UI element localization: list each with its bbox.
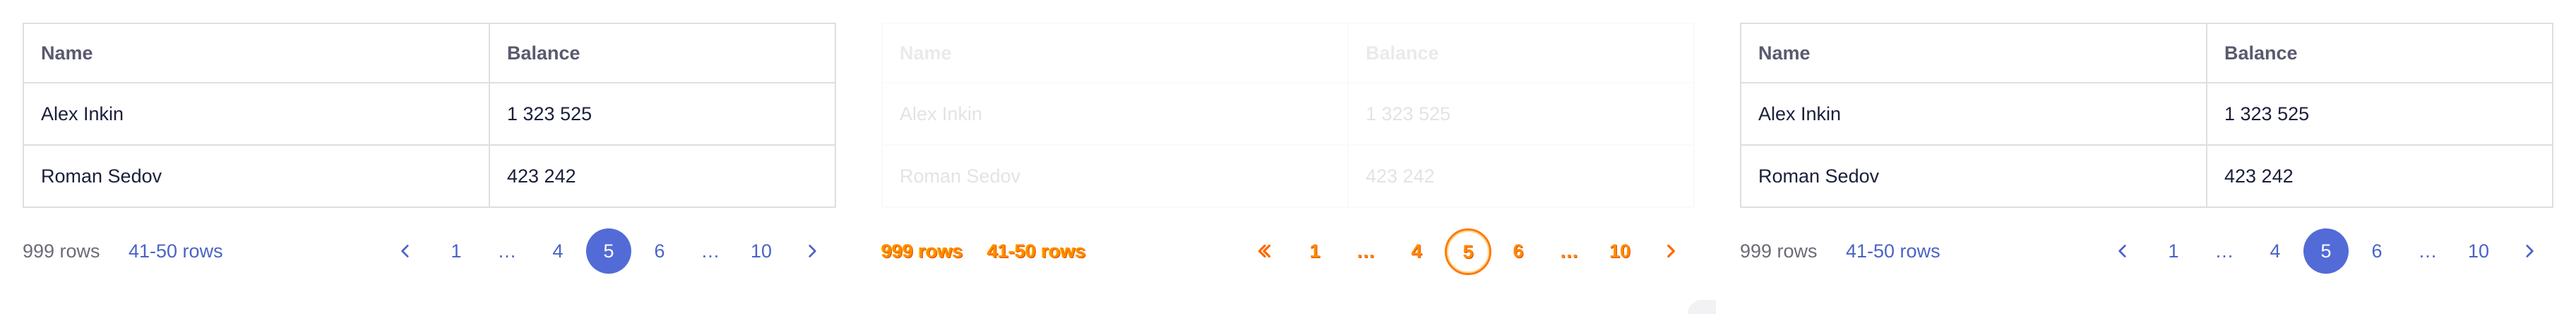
next-page-button[interactable] bbox=[1648, 228, 1693, 274]
cell-balance: 423 242 bbox=[489, 144, 836, 208]
column-header-name[interactable]: Name bbox=[881, 23, 1349, 83]
pagination-ellipsis: … bbox=[2418, 240, 2438, 262]
table-header-row: Name Balance bbox=[1740, 23, 2553, 83]
cell-name: Roman Sedov bbox=[23, 144, 490, 208]
next-page-button[interactable] bbox=[789, 228, 835, 274]
table-header-row: Name Balance bbox=[881, 23, 1695, 83]
page-button[interactable]: 1 bbox=[2151, 228, 2196, 274]
data-table: Name Balance Alex Inkin 1 323 525 Roman … bbox=[1740, 23, 2553, 208]
cell-balance: 1 323 525 bbox=[489, 82, 836, 146]
pagination: 999 rows 41-50 rows 1 … 4 5 6 … 10 bbox=[1740, 225, 2553, 277]
rows-per-page-selector[interactable]: 41-50 rows bbox=[1846, 240, 1940, 262]
chevron-right-icon bbox=[809, 245, 816, 257]
page-button-active[interactable]: 5 bbox=[1445, 228, 1491, 275]
table-row: Roman Sedov 423 242 bbox=[1740, 144, 2553, 208]
table-row: Roman Sedov 423 242 bbox=[23, 144, 836, 208]
chevron-right-icon bbox=[2526, 245, 2534, 257]
rows-per-page-selector[interactable]: 41-50 rows bbox=[129, 240, 223, 262]
prev-page-button[interactable] bbox=[1241, 228, 1287, 274]
table-row: Alex Inkin 1 323 525 bbox=[1740, 82, 2553, 146]
page-button[interactable]: 1 bbox=[434, 228, 479, 274]
total-rows-label: 999 rows bbox=[1740, 240, 1818, 262]
page-button-active[interactable]: 5 bbox=[586, 228, 631, 274]
column-header-name[interactable]: Name bbox=[23, 23, 490, 83]
cell-name: Alex Inkin bbox=[23, 82, 490, 146]
column-header-name[interactable]: Name bbox=[1740, 23, 2207, 83]
cell-name: Roman Sedov bbox=[881, 144, 1349, 208]
cell-name: Alex Inkin bbox=[881, 82, 1349, 146]
cell-balance: 1 323 525 bbox=[1347, 82, 1695, 146]
column-header-balance[interactable]: Balance bbox=[2206, 23, 2553, 83]
table-row: Alex Inkin 1 323 525 bbox=[881, 82, 1695, 146]
chevron-double-left-icon bbox=[1258, 244, 1271, 258]
page-button[interactable]: 6 bbox=[637, 228, 682, 274]
page-button[interactable]: 6 bbox=[2354, 228, 2399, 274]
data-table: Name Balance Alex Inkin 1 323 525 Roman … bbox=[881, 23, 1695, 208]
prev-page-button[interactable] bbox=[2100, 228, 2145, 274]
total-rows-label: 999 rows bbox=[881, 240, 963, 262]
table-row: Alex Inkin 1 323 525 bbox=[23, 82, 836, 146]
pagination-ellipsis: … bbox=[700, 240, 720, 262]
rows-per-page-selector[interactable]: 41-50 rows bbox=[987, 240, 1086, 262]
data-table: Name Balance Alex Inkin 1 323 525 Roman … bbox=[23, 23, 836, 208]
cell-name: Roman Sedov bbox=[1740, 144, 2207, 208]
cell-balance: 423 242 bbox=[2206, 144, 2553, 208]
page-button[interactable]: 6 bbox=[1496, 228, 1541, 274]
prev-page-button[interactable] bbox=[383, 228, 428, 274]
table-panel-default: Name Balance Alex Inkin 1 323 525 Roman … bbox=[0, 0, 836, 314]
chevron-left-icon bbox=[401, 245, 409, 257]
page-button[interactable]: 4 bbox=[535, 228, 580, 274]
total-rows-label: 999 rows bbox=[23, 240, 100, 262]
chevron-right-icon bbox=[1667, 244, 1675, 258]
page-button[interactable]: 10 bbox=[739, 228, 784, 274]
cell-balance: 423 242 bbox=[1347, 144, 1695, 208]
pagination-ellipsis: … bbox=[497, 240, 517, 262]
next-page-button[interactable] bbox=[2507, 228, 2552, 274]
pagination: 999 rows 41-50 rows 1 … 4 5 6 … 10 bbox=[881, 225, 1695, 277]
pagination-ellipsis: … bbox=[1356, 240, 1376, 262]
table-row: Roman Sedov 423 242 bbox=[881, 144, 1695, 208]
pagination-ellipsis: … bbox=[2214, 240, 2234, 262]
pagination-ellipsis: … bbox=[1559, 240, 1579, 262]
page-button[interactable]: 1 bbox=[1292, 228, 1337, 274]
table-header-row: Name Balance bbox=[23, 23, 836, 83]
table-panel-default-2: Name Balance Alex Inkin 1 323 525 Roman … bbox=[1717, 0, 2553, 314]
chevron-left-icon bbox=[2118, 245, 2126, 257]
page-button[interactable]: 4 bbox=[2253, 228, 2298, 274]
pagination: 999 rows 41-50 rows 1 … 4 5 6 … 10 bbox=[23, 225, 836, 277]
page-button-active[interactable]: 5 bbox=[2303, 228, 2349, 274]
page-button[interactable]: 10 bbox=[2456, 228, 2501, 274]
column-header-balance[interactable]: Balance bbox=[489, 23, 836, 83]
cell-name: Alex Inkin bbox=[1740, 82, 2207, 146]
column-header-balance[interactable]: Balance bbox=[1347, 23, 1695, 83]
cell-balance: 1 323 525 bbox=[2206, 82, 2553, 146]
page-button[interactable]: 4 bbox=[1394, 228, 1439, 274]
page-button[interactable]: 10 bbox=[1597, 228, 1642, 274]
table-panel-faded: Name Balance Alex Inkin 1 323 525 Roman … bbox=[859, 0, 1716, 314]
